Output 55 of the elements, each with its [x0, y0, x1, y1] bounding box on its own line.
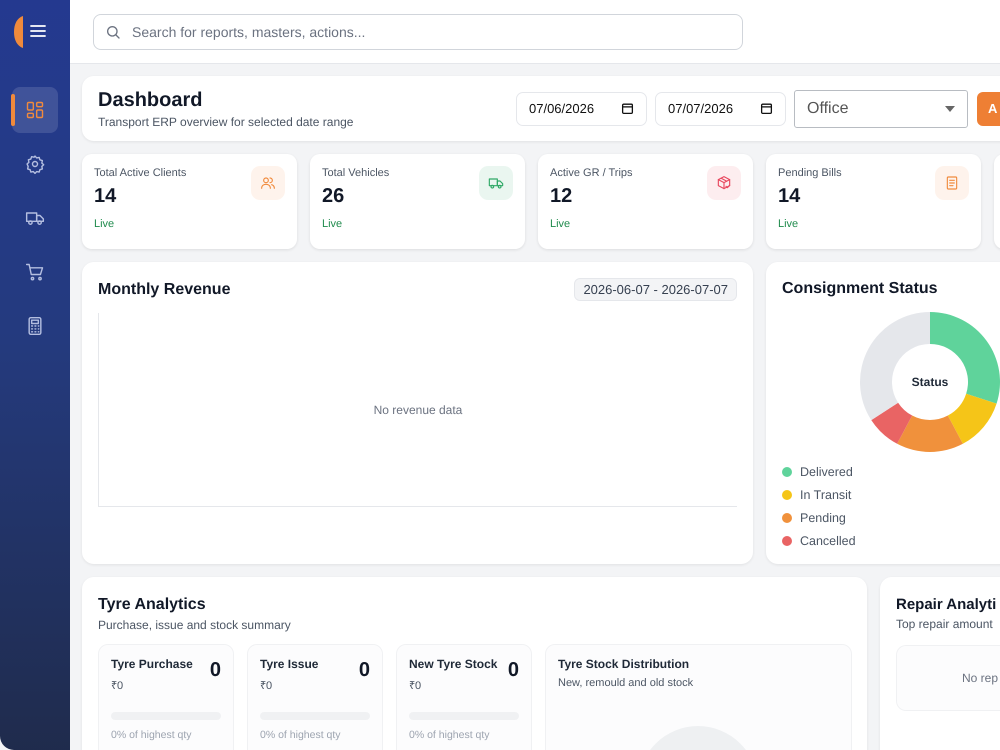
settings-icon: [25, 154, 45, 174]
stat-label: Total Active Clients: [94, 167, 188, 179]
card-title: Consignment Status: [782, 280, 939, 298]
card-title: Monthly Revenue: [98, 280, 230, 298]
page-subtitle: Transport ERP overview for selected date range: [98, 114, 354, 128]
date-field[interactable]: 07/06/2026: [516, 92, 647, 126]
date-range-label: 2026-06-07 - 2026-07-07: [574, 278, 737, 301]
stat-status: Live: [322, 218, 342, 230]
tile-amount: ₹0: [111, 679, 124, 692]
search-field[interactable]: Search for reports, masters, actions...: [93, 14, 743, 50]
stat-status: Live: [550, 218, 570, 230]
dashboard-icon: [25, 100, 45, 120]
cart-icon: [25, 262, 45, 282]
sidebar-item[interactable]: [12, 87, 58, 133]
card-subtitle: Purchase, issue and stock summary: [98, 618, 292, 632]
card-title: Tyre Analytics: [98, 596, 207, 614]
page-title: Dashboard: [98, 88, 204, 112]
tile-note: 0% of highest qty: [111, 729, 193, 741]
stat-value: 14: [778, 185, 800, 208]
tile-title: Tyre Purchase: [111, 657, 193, 671]
chart-center-label: Status: [910, 375, 950, 389]
logo-icon: [14, 16, 23, 48]
tile-amount: ₹0: [409, 679, 422, 692]
tile-title: Tyre Stock Distribution: [558, 657, 690, 671]
search-icon: [105, 24, 121, 40]
date-field[interactable]: 07/07/2026: [655, 92, 786, 126]
stat-label: Total Vehicles: [322, 167, 390, 179]
tile-count: 0: [508, 659, 519, 682]
legend-label: Cancelled: [800, 534, 856, 548]
stat-label: Pending Bills: [778, 167, 843, 179]
tile-title: Tyre Issue: [260, 657, 318, 671]
stat-status: Live: [778, 218, 798, 230]
tile-note: 0% of highest qty: [260, 729, 342, 741]
stat-value: 12: [550, 185, 572, 208]
stat-label: Active GR / Trips: [550, 167, 634, 179]
empty-message: No revenue data: [374, 402, 462, 416]
legend-label: Pending: [800, 510, 846, 524]
legend-label: In Transit: [800, 488, 852, 502]
tile-count: 0: [358, 659, 370, 682]
calendar-icon: [760, 102, 773, 115]
tile-note: 0% of highest qty: [409, 729, 491, 741]
tile-amount: ₹0: [260, 679, 274, 692]
calendar-icon: [621, 102, 634, 115]
legend-label: Delivered: [800, 464, 853, 478]
card-title: Repair Analyti: [896, 596, 996, 613]
caret-icon: [945, 106, 955, 112]
tile-count: 0: [210, 659, 221, 682]
card-subtitle: Top repair amount: [896, 617, 994, 631]
stat-value: 26: [322, 185, 344, 208]
stat-status: Live: [94, 218, 114, 230]
tile-title: New Tyre Stock: [409, 657, 498, 671]
stat-value: 14: [94, 185, 116, 208]
empty-message: No rep: [962, 671, 998, 685]
tile-subtitle: New, remould and old stock: [558, 677, 694, 689]
office-dropdown[interactable]: Office: [794, 90, 968, 128]
